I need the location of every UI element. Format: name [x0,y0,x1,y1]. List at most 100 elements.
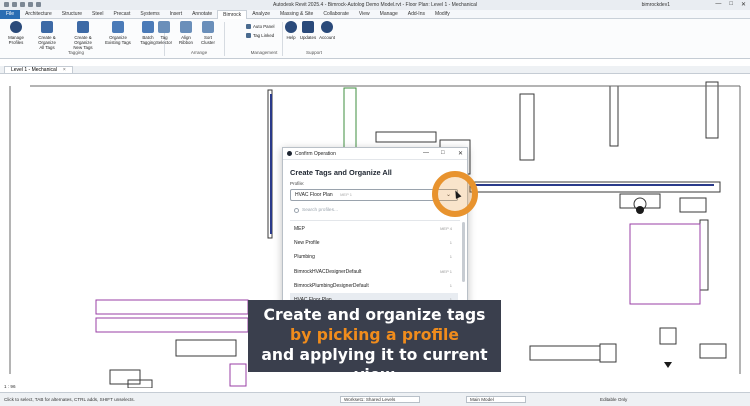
profile-list-item[interactable]: BimrockPlumbingDesignerDefault 1 [290,279,458,293]
minimize-button[interactable]: — [715,1,721,8]
window-controls: — □ ✕ [715,1,746,8]
selector-icon [158,21,170,33]
status-hint: Click to select, TAB for alternates, CTR… [4,397,135,402]
equipment-box [699,343,727,359]
maximize-button[interactable]: □ [729,1,733,8]
selected-profile: HVAC Floor Plan [295,192,333,198]
confirm-operation-dialog: Confirm Operation — □ ✕ Create Tags and … [282,147,468,308]
profile-count: 1 [449,282,452,288]
tag-all-icon [41,21,53,33]
account-button[interactable]: Account [316,21,338,40]
main-model-selector[interactable]: Main Model [466,396,526,403]
view-scale[interactable]: 1 : 96 [4,384,16,389]
vertical-duct [705,81,719,139]
workset-selector[interactable]: Workset1: Shared Levels [340,396,420,403]
sort-cluster-label: Sort Cluster [201,35,215,45]
ribbon-tab-bimrock[interactable]: Bimrock [217,9,248,19]
ribbon-tab-steel[interactable]: Steel [87,10,108,19]
ribbon-tab-insert[interactable]: Insert [165,10,188,19]
ribbon-tab-architecture[interactable]: Architecture [20,10,57,19]
create-organize-new-label: Create & Organize New Tags [73,35,93,50]
horizontal-duct [375,131,437,143]
ribbon-tab-precast[interactable]: Precast [108,10,135,19]
ribbon-tab-annotate[interactable]: Annotate [187,10,217,19]
tag-linked-icon [246,33,251,38]
section-marker [664,362,672,368]
duct-fitting [619,193,661,209]
dialog-divider [290,220,460,221]
profile-list-item[interactable]: BimrockHVACDesignerDefault MEP 1 [290,265,458,279]
organize-existing-label: Organize Existing Tags [105,35,131,45]
manage-profiles-label: Manage Profiles [8,35,24,45]
equipment-box [599,343,617,363]
profile-list-item[interactable]: New Profile 1 [290,236,458,250]
profile-name: MEP [294,226,305,232]
profiles-icon [10,21,22,33]
create-organize-all-tags-button[interactable]: Create & Organize All Tags [30,21,64,50]
ribbon-tab-structure[interactable]: Structure [57,10,87,19]
view-tab-bar: Level 1 - Mechanical × [0,66,750,74]
updates-button[interactable]: Updates [298,21,318,40]
profile-label: Profile: [290,181,305,186]
view-tab-close-icon[interactable]: × [63,67,66,73]
view-tab-label: Level 1 - Mechanical [11,67,57,73]
profile-name: BimrockPlumbingDesignerDefault [294,282,369,289]
group-label-arrange: Arrange [190,50,208,55]
profile-list: MEP MEP 4 New Profile 1 Plumbing 1 BimrockHVAC… [290,222,458,308]
ribbon-tab-add-ins[interactable]: Add-Ins [403,10,430,19]
dialog-title: Confirm Operation [295,151,336,157]
caption-line-1: Create and organize tags [263,306,486,324]
pink-duct-loop [629,223,701,305]
diffuser-dot [636,206,644,214]
green-duct [343,87,357,151]
ribbon-tab-analyze[interactable]: Analyze [247,10,275,19]
minimize-icon[interactable]: — [423,150,429,156]
profile-list-item[interactable]: MEP MEP 4 [290,222,458,236]
close-icon[interactable]: ✕ [458,150,463,157]
manage-profiles-button[interactable]: Manage Profiles [2,21,30,45]
organize-icon [112,21,124,33]
bimrock-ribbon-panel: Manage Profiles Create & Organize All Tags… [0,19,750,59]
group-label-management: Management [250,50,278,55]
vertical-duct [699,219,709,291]
create-organize-new-tags-button[interactable]: Create & Organize New Tags [66,21,100,50]
ribbon-separator [224,22,225,56]
ribbon-tab-file[interactable]: File [0,9,21,19]
ribbon-tabs: File Architecture Structure Steel Precast Sys… [0,9,750,19]
blue-line [270,94,272,234]
view-tab-level1-mechanical[interactable]: Level 1 - Mechanical × [4,66,73,74]
search-placeholder: Search profiles... [302,208,338,213]
pink-duct [95,299,249,315]
editable-only-toggle[interactable]: Editable Only [600,397,627,402]
caption-line-2: by picking a profile [290,326,459,344]
maximize-icon[interactable]: □ [441,150,445,156]
dialog-heading: Create Tags and Organize All [290,168,392,177]
window-title: Autodesk Revit 2025.4 - Bimrock-Autolog … [273,2,477,8]
profile-list-item[interactable]: Plumbing 1 [290,250,458,264]
horizontal-duct [469,181,721,193]
updates-label: Updates [299,35,317,40]
tag-linked-button[interactable]: Tag Linked [246,33,274,38]
auto-panel-button[interactable]: Auto Panel [246,24,274,29]
ribbon-tab-systems[interactable]: Systems [135,10,164,19]
horizontal-duct [529,345,601,361]
ribbon-tab-collaborate[interactable]: Collaborate [318,10,354,19]
vertical-duct [519,93,535,161]
organize-existing-tags-button[interactable]: Organize Existing Tags [102,21,134,45]
profile-list-scrollbar[interactable] [462,222,465,282]
cluster-icon [202,21,214,33]
sort-cluster-button[interactable]: Sort Cluster [194,21,222,45]
duct-fitting [679,197,707,213]
ribbon-tab-manage[interactable]: Manage [375,10,403,19]
tutorial-caption: Create and organize tags by picking a pr… [248,300,501,384]
vertical-duct [609,85,619,147]
close-button[interactable]: ✕ [741,1,746,8]
blue-line [474,184,714,186]
group-label-tagging: Tagging [67,50,85,55]
equipment-box [109,369,141,385]
ribbon-tab-view[interactable]: View [354,10,375,19]
user-name[interactable]: bimrockdev1 [642,2,670,8]
ribbon-tab-modify[interactable]: Modify [430,10,455,19]
ribbon-tab-massing-site[interactable]: Massing & Site [275,10,318,19]
profile-search-input[interactable]: Search profiles... [294,208,454,213]
